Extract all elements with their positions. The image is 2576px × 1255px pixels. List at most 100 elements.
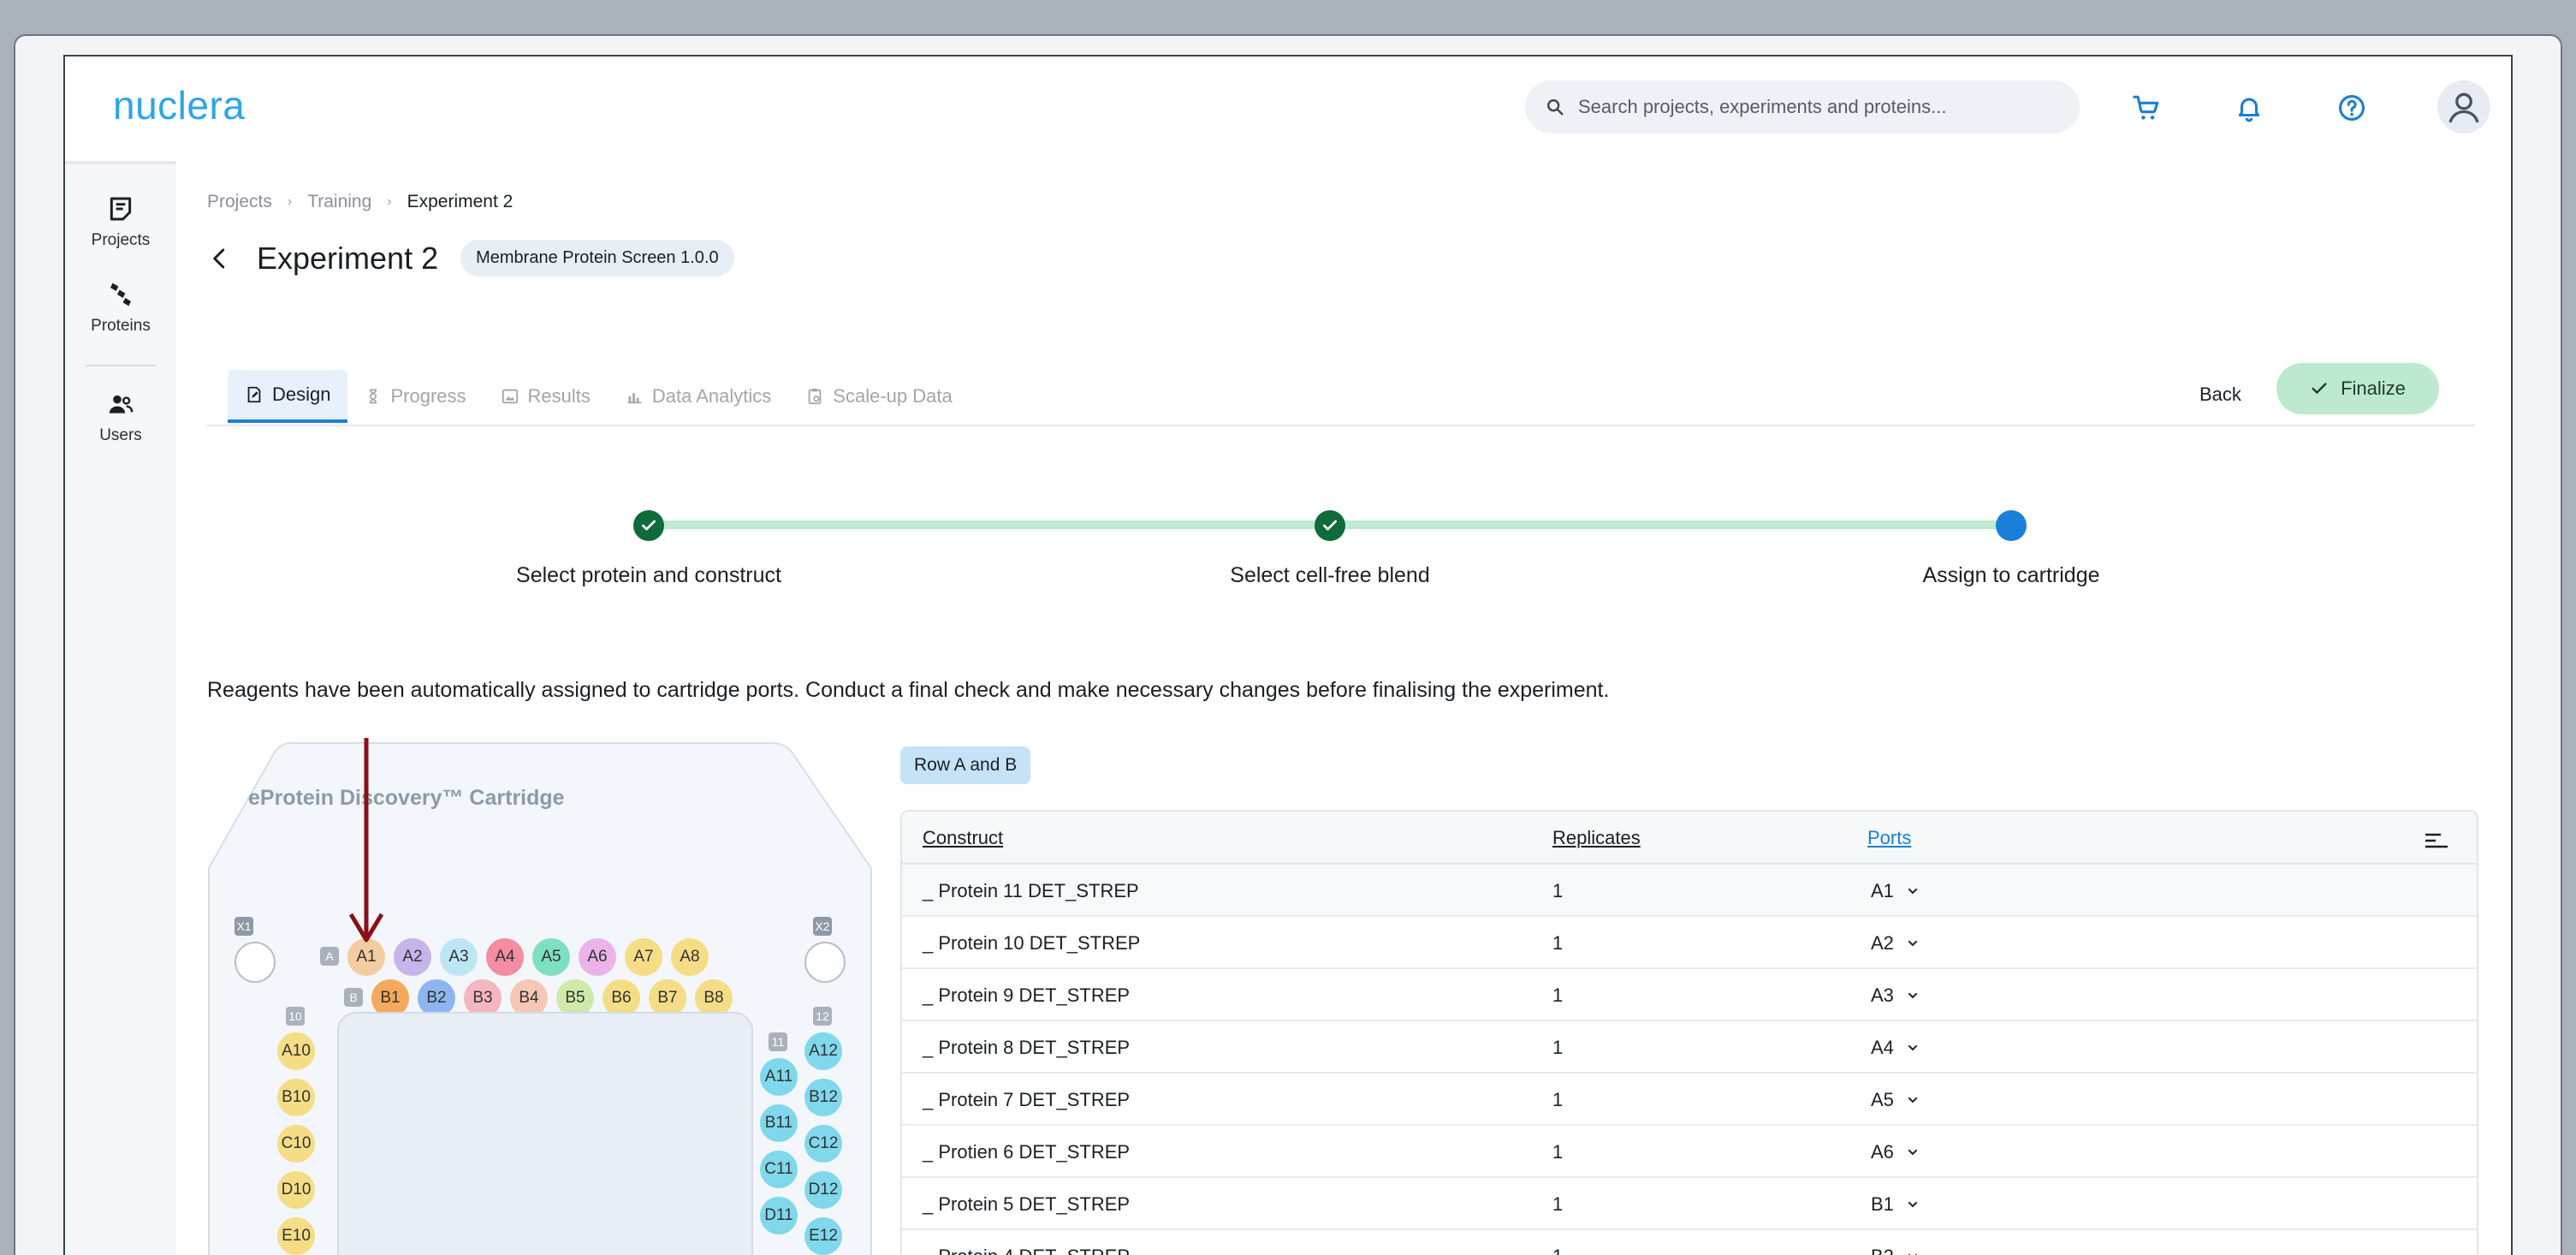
sort-lines-icon[interactable] bbox=[2424, 830, 2449, 851]
port-select[interactable]: B1 bbox=[1871, 1190, 1920, 1219]
sidebar-item-users[interactable]: Users bbox=[65, 390, 176, 445]
cartridge-title: eProtein Discovery™ Cartridge bbox=[248, 786, 565, 810]
image-icon bbox=[502, 389, 518, 404]
chevron-down-icon bbox=[1908, 1201, 1918, 1208]
step-1-complete-icon bbox=[633, 510, 664, 541]
port-select[interactable]: A4 bbox=[1871, 1033, 1920, 1062]
tab-label: Results bbox=[527, 385, 591, 407]
table-row[interactable]: _ Protein 8 DET_STREP 1 A4 bbox=[902, 1021, 2477, 1074]
replicates-cell: 1 bbox=[1552, 984, 1564, 1006]
finalize-button[interactable]: Finalize bbox=[2276, 363, 2439, 414]
port-select[interactable]: A6 bbox=[1871, 1138, 1920, 1167]
port-a5[interactable]: A5 bbox=[532, 938, 570, 976]
port-x2[interactable] bbox=[804, 942, 846, 983]
tab-progress[interactable]: Progress bbox=[347, 370, 483, 423]
port-e10[interactable]: E10 bbox=[277, 1217, 315, 1255]
port-b11[interactable]: B11 bbox=[760, 1104, 798, 1142]
port-select[interactable]: B2 bbox=[1871, 1242, 1920, 1255]
port-value: A4 bbox=[1871, 1037, 1894, 1058]
step-2-complete-icon bbox=[1315, 510, 1345, 541]
port-b12[interactable]: B12 bbox=[804, 1079, 842, 1116]
page-header: Experiment 2 Membrane Protein Screen 1.0… bbox=[207, 240, 734, 277]
page-title: Experiment 2 bbox=[257, 240, 439, 276]
port-select[interactable]: A1 bbox=[1871, 877, 1920, 906]
down-arrow-annotation-icon bbox=[348, 738, 384, 943]
port-value: B2 bbox=[1871, 1246, 1894, 1255]
port-value: A6 bbox=[1871, 1141, 1894, 1163]
port-d12[interactable]: D12 bbox=[804, 1171, 842, 1209]
back-button[interactable]: Back bbox=[2182, 373, 2258, 416]
replicates-cell: 1 bbox=[1552, 1037, 1564, 1058]
tab-scale-up-data[interactable]: Scale-up Data bbox=[788, 370, 969, 423]
port-a3[interactable]: A3 bbox=[440, 938, 478, 976]
port-a7[interactable]: A7 bbox=[625, 938, 662, 976]
nuclera-logo[interactable]: nuclera bbox=[113, 82, 245, 128]
user-avatar[interactable] bbox=[2437, 80, 2490, 134]
column-header-replicates[interactable]: Replicates bbox=[1552, 827, 1641, 849]
tab-results[interactable]: Results bbox=[484, 370, 608, 423]
help-icon[interactable] bbox=[2331, 87, 2372, 128]
port-x1[interactable] bbox=[234, 942, 276, 983]
back-arrow-icon[interactable] bbox=[207, 246, 233, 271]
column-header-construct[interactable]: Construct bbox=[923, 827, 1003, 849]
column-header-ports[interactable]: Ports bbox=[1867, 827, 1911, 849]
port-select[interactable]: A5 bbox=[1871, 1085, 1920, 1115]
tab-bar: Design Progress Results Data Analytics S… bbox=[228, 370, 970, 423]
port-value: A3 bbox=[1871, 984, 1894, 1006]
port-a2[interactable]: A2 bbox=[394, 938, 431, 976]
port-c11[interactable]: C11 bbox=[760, 1151, 798, 1188]
row-b-label: B bbox=[344, 988, 363, 1007]
hourglass-icon bbox=[370, 389, 377, 404]
port-select[interactable]: A2 bbox=[1871, 929, 1920, 958]
bell-icon[interactable] bbox=[2229, 87, 2270, 128]
breadcrumb: Projects › Training › Experiment 2 bbox=[207, 192, 513, 212]
search-input[interactable] bbox=[1578, 96, 2057, 118]
port-b10[interactable]: B10 bbox=[277, 1079, 315, 1116]
sidebar-item-projects[interactable]: Projects bbox=[65, 195, 176, 250]
check-icon bbox=[2312, 383, 2327, 394]
tab-design[interactable]: Design bbox=[228, 370, 348, 423]
construct-cell: _ Protien 6 DET_STREP bbox=[923, 1141, 1131, 1163]
port-a8[interactable]: A8 bbox=[671, 938, 709, 976]
port-a12[interactable]: A12 bbox=[804, 1032, 842, 1070]
search-box[interactable] bbox=[1525, 80, 2080, 134]
port-c12[interactable]: C12 bbox=[804, 1125, 842, 1163]
table-row[interactable]: _ Protien 6 DET_STREP 1 A6 bbox=[902, 1126, 2477, 1178]
search-icon bbox=[1547, 99, 1564, 116]
sidebar-item-label: Proteins bbox=[91, 317, 151, 335]
table-row[interactable]: _ Protein 10 DET_STREP 1 A2 bbox=[902, 917, 2477, 969]
port-c10[interactable]: C10 bbox=[277, 1125, 315, 1163]
table-row[interactable]: _ Protein 9 DET_STREP 1 A3 bbox=[902, 969, 2477, 1021]
port-select[interactable]: A3 bbox=[1871, 981, 1920, 1010]
port-e12[interactable]: E12 bbox=[804, 1217, 842, 1255]
tab-label: Progress bbox=[390, 385, 466, 407]
port-value: B1 bbox=[1871, 1193, 1894, 1215]
port-a10[interactable]: A10 bbox=[277, 1032, 315, 1070]
app-window: nuclera Projects Proteins Use bbox=[63, 55, 2513, 1255]
table-row[interactable]: _ Protein 7 DET_STREP 1 A5 bbox=[902, 1074, 2477, 1126]
cart-icon[interactable] bbox=[2126, 87, 2167, 128]
port-a4[interactable]: A4 bbox=[486, 938, 524, 976]
sidebar-item-label: Users bbox=[99, 426, 142, 444]
port-a11[interactable]: A11 bbox=[760, 1058, 798, 1096]
sidebar-item-label: Projects bbox=[91, 231, 151, 249]
table-row[interactable]: _ Protein 11 DET_STREP 1 A1 bbox=[902, 865, 2477, 917]
port-d11[interactable]: D11 bbox=[760, 1197, 798, 1234]
port-value: A5 bbox=[1871, 1089, 1894, 1110]
tab-data-analytics[interactable]: Data Analytics bbox=[608, 370, 788, 423]
user-icon bbox=[2448, 92, 2479, 123]
sidebar-item-proteins[interactable]: Proteins bbox=[65, 281, 176, 336]
table-row[interactable]: _ Protein 4 DET_STREP 1 B2 bbox=[902, 1230, 2477, 1255]
column-10-label: 10 bbox=[286, 1007, 305, 1026]
port-a6[interactable]: A6 bbox=[579, 938, 616, 976]
construct-cell: _ Protein 11 DET_STREP bbox=[923, 880, 1139, 901]
step-label: Select cell-free blend bbox=[1230, 563, 1430, 587]
construct-cell: _ Protein 10 DET_STREP bbox=[923, 932, 1141, 954]
step-label: Assign to cartridge bbox=[1922, 563, 2100, 587]
construct-cell: _ Protein 5 DET_STREP bbox=[923, 1193, 1131, 1215]
breadcrumb-training[interactable]: Training bbox=[307, 192, 371, 212]
breadcrumb-projects[interactable]: Projects bbox=[207, 192, 272, 212]
port-d10[interactable]: D10 bbox=[277, 1171, 315, 1209]
row-filter-chip[interactable]: Row A and B bbox=[900, 746, 1031, 784]
table-row[interactable]: _ Protein 5 DET_STREP 1 B1 bbox=[902, 1178, 2477, 1230]
